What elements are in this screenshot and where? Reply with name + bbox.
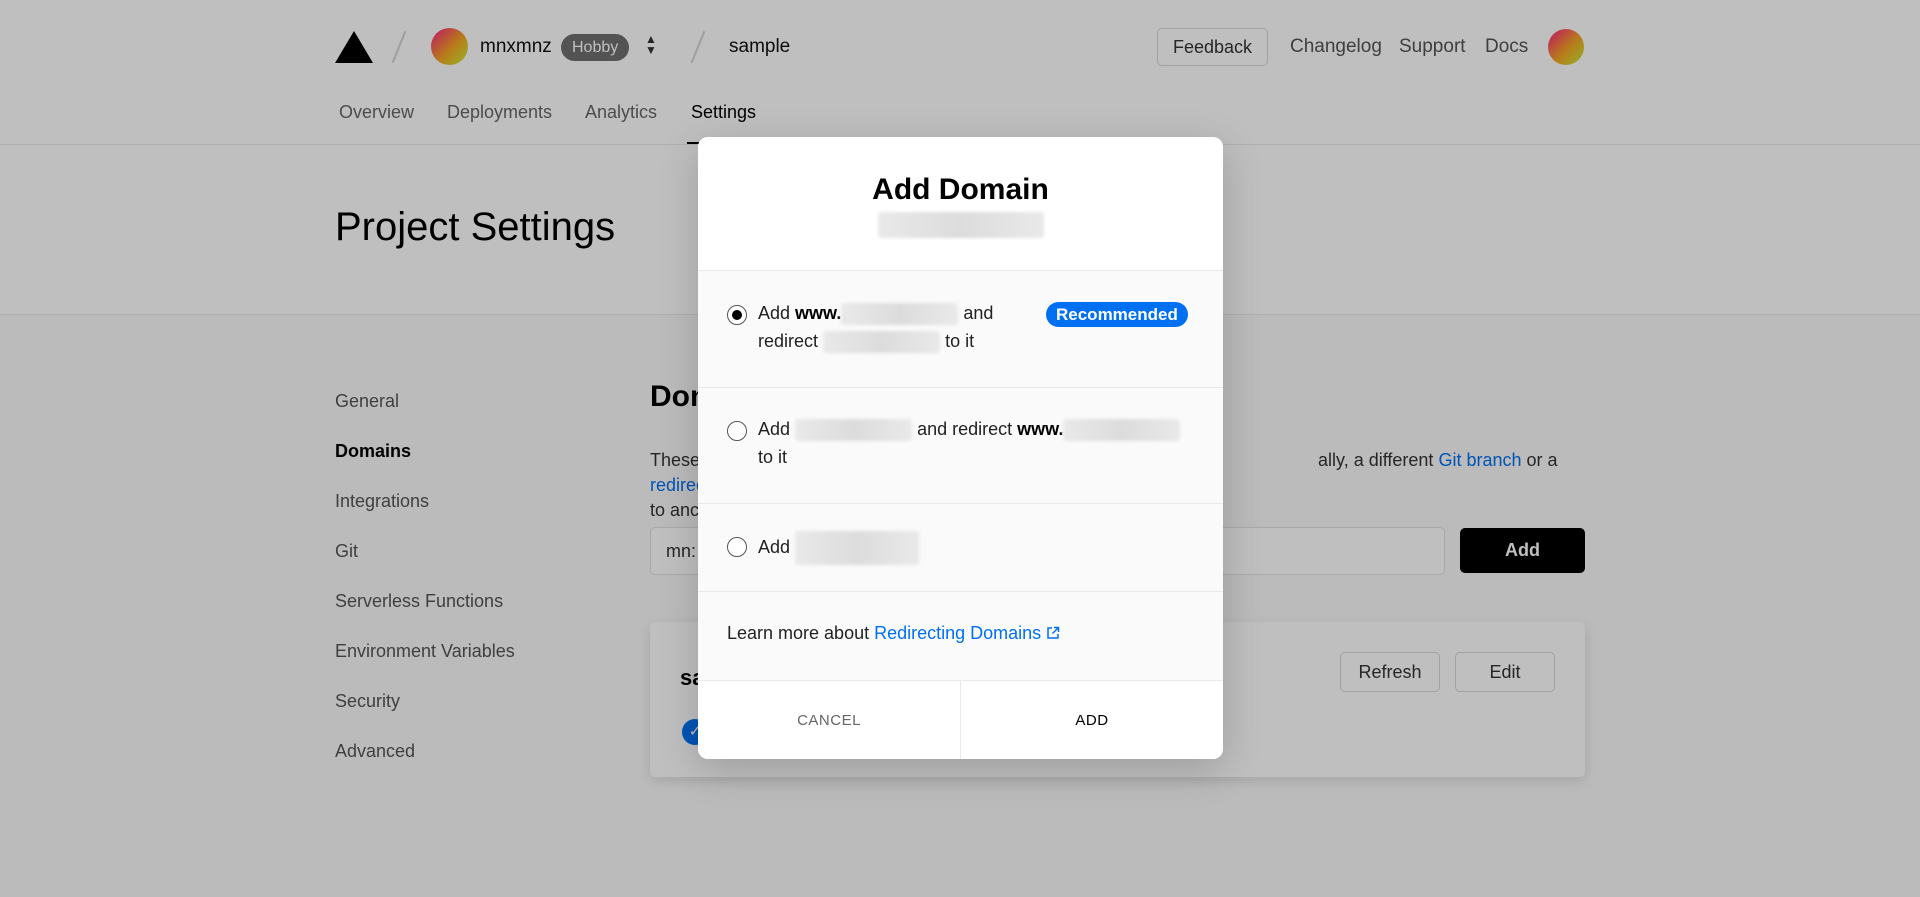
redacted-domain xyxy=(878,212,1044,238)
redirecting-domains-link[interactable]: Redirecting Domains xyxy=(874,623,1060,643)
domain-option-apex-only[interactable]: Add xyxy=(698,504,1223,592)
dialog-header: Add Domain xyxy=(698,137,1223,271)
dialog-footer: CANCEL ADD xyxy=(698,680,1223,759)
dialog-title: Add Domain xyxy=(872,173,1049,206)
cancel-button[interactable]: CANCEL xyxy=(698,681,960,759)
confirm-add-button[interactable]: ADD xyxy=(961,681,1223,759)
radio-option-2[interactable] xyxy=(727,421,747,441)
radio-option-3[interactable] xyxy=(727,537,747,557)
domain-option-apex-redirect[interactable]: Add and redirect www. to it xyxy=(698,388,1223,504)
learn-more: Learn more about Redirecting Domains xyxy=(727,623,1060,644)
domain-option-www-redirect[interactable]: Add www. and redirect to it Recommended xyxy=(698,271,1223,388)
add-domain-dialog: Add Domain Add www. and redirect to it R… xyxy=(698,137,1223,759)
external-link-icon xyxy=(1047,626,1060,639)
option-2-text: Add and redirect www. to it xyxy=(758,415,1181,471)
option-1-text: Add www. and redirect to it xyxy=(758,299,993,355)
option-3-text: Add xyxy=(758,531,920,565)
recommended-badge: Recommended xyxy=(1046,302,1188,327)
radio-option-1[interactable] xyxy=(727,305,747,325)
